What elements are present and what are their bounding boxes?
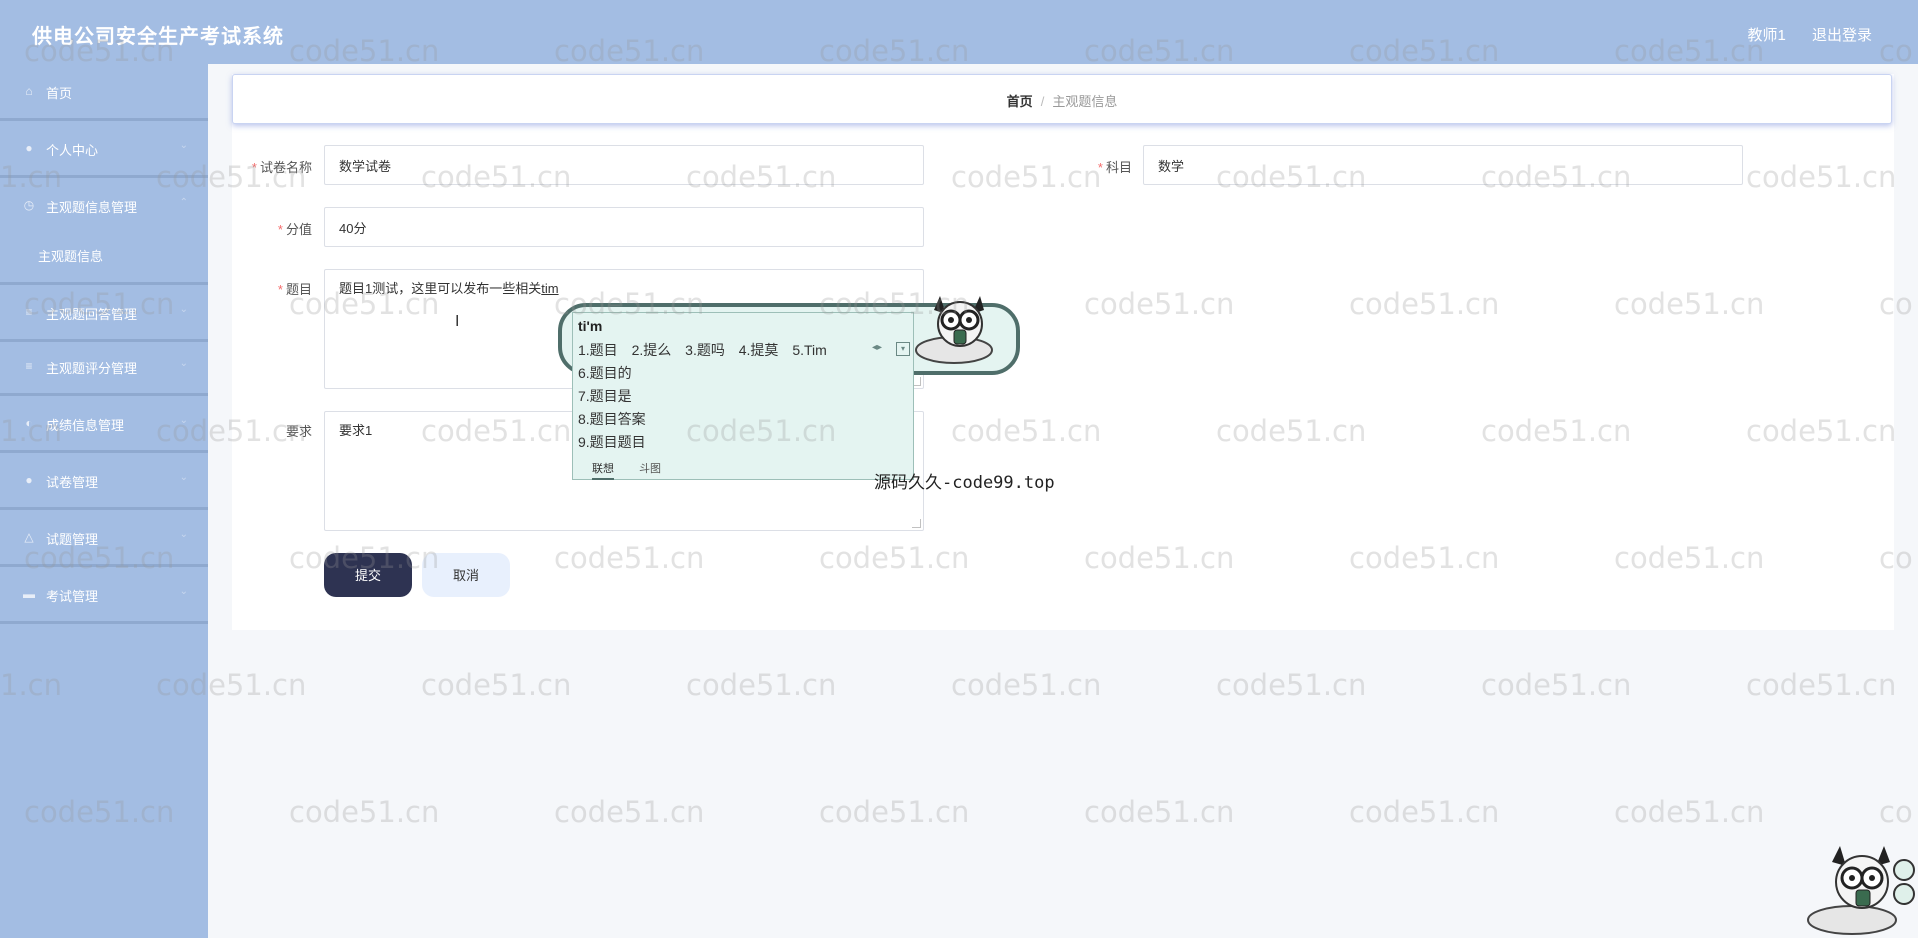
text-cursor-icon: I [455,313,460,330]
ime-candidate[interactable]: 4.提莫 [739,342,779,358]
ime-candidate[interactable]: 9.题目题目 [578,432,646,452]
watermark-text: code51.cn [421,668,572,702]
list-icon: ≡ [25,305,33,319]
chevron-up-icon: ⌃ [179,197,188,208]
breadcrumb-current: 主观题信息 [1052,94,1118,109]
chart-icon: ◐ [25,416,33,430]
watermark-text: co [1879,795,1913,829]
sidebar-item-question-mgmt[interactable]: △ 试题管理 ⌄ [0,510,208,567]
chevron-down-icon: ⌄ [179,529,188,540]
question-composing-text: tim [541,281,559,296]
ime-pinyin: ti'm [578,318,603,334]
watermark-text: code51.cn [1614,795,1765,829]
requirement-label: 要求 [285,424,312,439]
watermark-text: code51.cn [951,668,1102,702]
list-icon: ≡ [25,359,33,373]
chevron-down-icon: ⌄ [179,415,188,426]
monitor-icon: ▬ [23,587,35,601]
chevron-down-icon: ⌄ [179,586,188,597]
ime-mascot-icon [915,296,993,364]
sidebar-item-subjective-info-mgmt[interactable]: ◷ 主观题信息管理 ⌃ [0,178,208,232]
watermark-text: code51.cn [289,795,440,829]
bell-icon: △ [24,530,34,544]
subject-label: * 科目 [1097,160,1132,175]
ime-candidate-row: 1.题目 2.提么 3.题吗 4.提莫 5.Tim [578,340,837,360]
subject-input[interactable] [1143,145,1743,185]
ime-dropdown-icon[interactable]: ▾ [896,342,910,356]
watermark-text: code51.cn [1216,668,1367,702]
resize-grip-icon[interactable] [912,519,921,528]
watermark-text: code51.cn [686,668,837,702]
chevron-down-icon: ⌄ [179,472,188,483]
sidebar-item-label: 主观题回答管理 [46,307,138,322]
watermark-text: code51.cn [1349,795,1500,829]
sidebar-item-label: 主观题评分管理 [46,361,138,376]
sidebar-item-label: 成绩信息管理 [46,418,125,433]
ime-candidate[interactable]: 2.提么 [632,342,672,358]
watermark-text: code51.cn [819,795,970,829]
ime-tab-sticker[interactable]: 斗图 [639,463,661,475]
sidebar-item-label: 主观题信息管理 [46,200,138,215]
user-icon: ● [25,141,33,155]
ime-tabs: 联想 斗图 [592,460,683,480]
app-title: 供电公司安全生产考试系统 [32,26,284,48]
top-header: 供电公司安全生产考试系统 教师1 退出登录 [0,0,1918,64]
paper-name-label: * 试卷名称 [251,160,312,175]
sidebar-item-answer-mgmt[interactable]: ≡ 主观题回答管理 ⌄ [0,282,208,342]
chevron-down-icon: ⌄ [179,140,188,151]
ime-candidate[interactable]: 8.题目答案 [578,409,646,429]
sidebar-item-exam-mgmt[interactable]: ▬ 考试管理 ⌄ [0,567,208,624]
ime-page-arrows-icon[interactable]: ◂▸ [872,342,882,353]
chevron-down-icon: ⌄ [179,358,188,369]
ime-candidate[interactable]: 7.题目是 [578,386,632,406]
clock-icon: ◷ [23,198,35,212]
logout-link[interactable]: 退出登录 [1812,27,1872,44]
watermark-text: code51.cn [1481,668,1632,702]
sidebar-item-label: 试卷管理 [46,475,99,490]
header-actions: 教师1 退出登录 [1725,24,1872,45]
ime-candidate[interactable]: 1.题目 [578,342,618,358]
corner-mascot-icon [1807,846,1915,935]
breadcrumb-bar: 首页 / 主观题信息 [232,74,1892,124]
sidebar-item-paper-mgmt[interactable]: ● 试卷管理 ⌄ [0,453,208,510]
sidebar-item-personal-center[interactable]: ● 个人中心 ⌄ [0,121,208,178]
sidebar-item-label: 考试管理 [46,589,99,604]
ime-candidate[interactable]: 3.题吗 [685,342,725,358]
sidebar-item-grades-mgmt[interactable]: ◐ 成绩信息管理 ⌄ [0,396,208,453]
overlay-caption: 源码久久-code99.top [874,473,1055,493]
ime-candidate[interactable]: 6.题目的 [578,363,632,383]
cancel-button[interactable]: 取消 [422,553,510,597]
question-label: * 题目 [277,282,312,297]
requirement-text: 要求1 [339,423,373,438]
sidebar: ⌂ 首页 ● 个人中心 ⌄ ◷ 主观题信息管理 ⌃ 主观题信息 ≡ 主观题回答管… [0,64,208,938]
ime-candidate[interactable]: 5.Tim [792,342,826,358]
ime-tab-suggest[interactable]: 联想 [592,463,614,480]
watermark-text: code51.cn [554,795,705,829]
question-text: 题目1测试，这里可以发布一些相关 [339,281,542,296]
watermark-text: code51.cn [1084,795,1235,829]
watermark-text: code51.cn [1746,668,1897,702]
sidebar-item-label: 试题管理 [46,532,99,547]
sidebar-item-scoring-mgmt[interactable]: ≡ 主观题评分管理 ⌄ [0,339,208,396]
home-icon: ⌂ [25,84,33,98]
breadcrumb-home-link[interactable]: 首页 [1007,94,1033,109]
sidebar-item-home[interactable]: ⌂ 首页 [0,64,208,121]
sidebar-subitem-subjective-info[interactable]: 主观题信息 [0,232,208,278]
sidebar-subitem-label: 主观题信息 [38,249,104,264]
breadcrumb: 首页 / 主观题信息 [233,91,1891,110]
score-input[interactable] [324,207,924,247]
score-label: * 分值 [277,222,312,237]
paper-name-input[interactable] [324,145,924,185]
submit-button[interactable]: 提交 [324,553,412,597]
current-user-label[interactable]: 教师1 [1747,27,1785,44]
sidebar-item-label: 首页 [46,86,73,101]
sidebar-item-label: 个人中心 [46,143,99,158]
user-icon: ● [25,473,33,487]
chevron-down-icon: ⌄ [179,304,188,315]
breadcrumb-separator: / [1040,94,1045,109]
